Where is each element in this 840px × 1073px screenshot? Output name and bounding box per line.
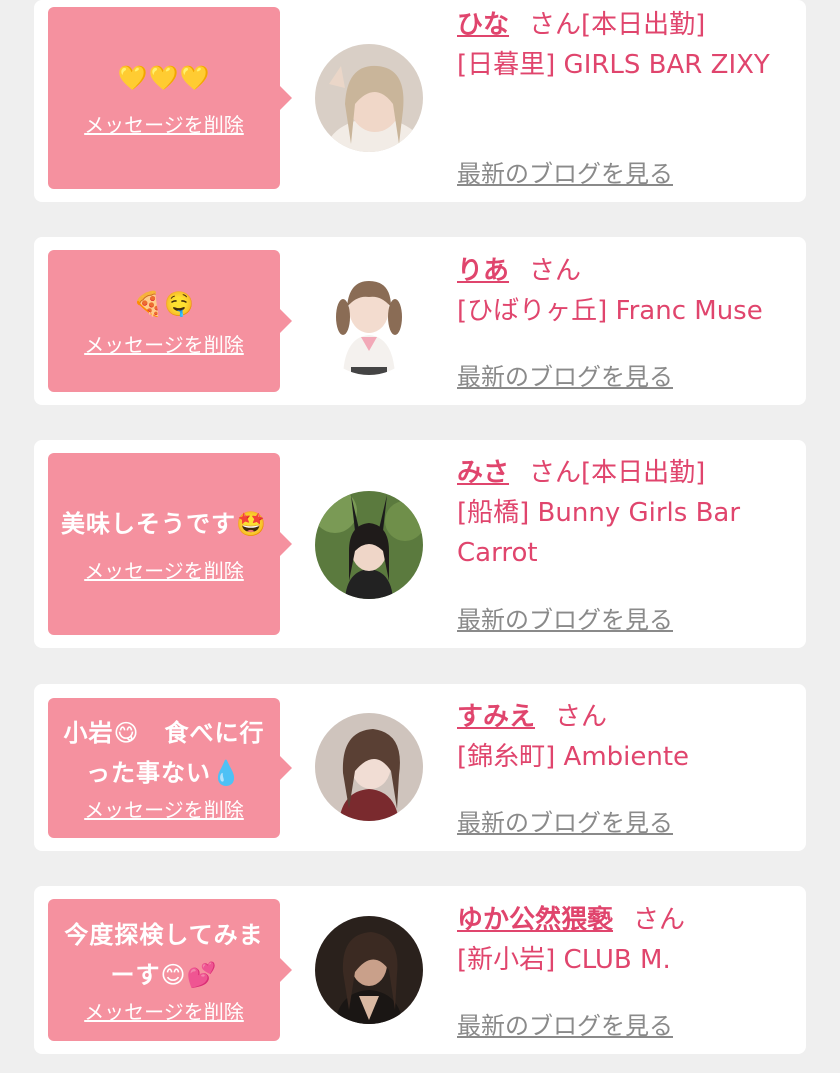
girl-name-link[interactable]: すみえ	[457, 702, 535, 732]
girl-info: すみえ さん [錦糸町] Ambiente	[457, 697, 797, 777]
avatar[interactable]	[315, 916, 423, 1024]
message-card: 💛💛💛 メッセージを削除 ひな さん[本日出勤] [日暮里] GIRLS BAR …	[34, 0, 806, 202]
message-bubble: 今度探検してみまーす😊💕 メッセージを削除	[48, 899, 292, 1041]
delete-message-link[interactable]: メッセージを削除	[84, 797, 244, 823]
message-card: 🍕🤤 メッセージを削除 りあ さん [ひばりヶ丘] Franc Muse 最新のブ…	[34, 237, 806, 405]
name-line: すみえ さん	[457, 697, 797, 737]
shop-name: [錦糸町] Ambiente	[457, 742, 690, 772]
message-bubble: 美味しそうです🤩 メッセージを削除	[48, 453, 292, 635]
delete-message-link[interactable]: メッセージを削除	[84, 112, 244, 138]
message-text: 今度探検してみまーす😊💕	[64, 921, 264, 989]
message-bubble: 小岩😋 食べに行った事ない💧 メッセージを削除	[48, 698, 292, 838]
avatar[interactable]	[315, 491, 423, 599]
girl-name-link[interactable]: ゆか公然猥褻	[457, 905, 613, 935]
name-line: りあ さん	[457, 251, 797, 291]
message-text: 💛💛💛	[117, 64, 211, 92]
status-text: [本日出勤]	[581, 10, 706, 40]
delete-message-link[interactable]: メッセージを削除	[84, 999, 244, 1025]
delete-message-link[interactable]: メッセージを削除	[84, 332, 244, 358]
shop-name: [ひばりヶ丘] Franc Muse	[457, 296, 763, 326]
honorific: さん	[529, 458, 582, 488]
delete-message-link[interactable]: メッセージを削除	[84, 558, 244, 584]
girl-info: ゆか公然猥褻 さん [新小岩] CLUB M.	[457, 900, 797, 980]
message-card: 小岩😋 食べに行った事ない💧 メッセージを削除 すみえ さん [錦糸町] Ambi…	[34, 684, 806, 851]
view-blog-link[interactable]: 最新のブログを見る	[457, 357, 673, 392]
honorific: さん	[529, 10, 582, 40]
name-line: ひな さん[本日出勤]	[457, 5, 797, 45]
message-card: 美味しそうです🤩 メッセージを削除 みさ さん[本日出勤] [船橋] Bunny …	[34, 440, 806, 648]
message-card: 今度探検してみまーす😊💕 メッセージを削除 ゆか公然猥褻 さん [新小岩] CLU…	[34, 886, 806, 1054]
shop-name: [日暮里] GIRLS BAR ZIXY	[457, 50, 770, 80]
girl-info: みさ さん[本日出勤] [船橋] Bunny Girls Bar Carrot	[457, 453, 797, 573]
girl-name-link[interactable]: ひな	[457, 10, 509, 40]
view-blog-link[interactable]: 最新のブログを見る	[457, 803, 673, 838]
avatar[interactable]	[315, 267, 423, 375]
honorific: さん	[529, 256, 582, 286]
message-bubble: 💛💛💛 メッセージを削除	[48, 7, 292, 189]
honorific: さん	[633, 905, 686, 935]
shop-name: [新小岩] CLUB M.	[457, 945, 671, 975]
message-text: 🍕🤤	[133, 290, 195, 318]
view-blog-link[interactable]: 最新のブログを見る	[457, 600, 673, 635]
status-text: [本日出勤]	[581, 458, 706, 488]
shop-name: [船橋] Bunny Girls Bar Carrot	[457, 498, 741, 568]
girl-info: りあ さん [ひばりヶ丘] Franc Muse	[457, 251, 797, 331]
message-bubble: 🍕🤤 メッセージを削除	[48, 250, 292, 392]
view-blog-link[interactable]: 最新のブログを見る	[457, 1006, 673, 1041]
message-text: 小岩😋 食べに行った事ない💧	[63, 719, 265, 787]
message-text: 美味しそうです🤩	[61, 510, 267, 538]
view-blog-link[interactable]: 最新のブログを見る	[457, 154, 673, 189]
honorific: さん	[555, 702, 608, 732]
avatar[interactable]	[315, 44, 423, 152]
name-line: みさ さん[本日出勤]	[457, 453, 797, 493]
girl-name-link[interactable]: みさ	[457, 458, 509, 488]
name-line: ゆか公然猥褻 さん	[457, 900, 797, 940]
avatar[interactable]	[315, 713, 423, 821]
girl-info: ひな さん[本日出勤] [日暮里] GIRLS BAR ZIXY	[457, 5, 797, 85]
girl-name-link[interactable]: りあ	[457, 256, 509, 286]
